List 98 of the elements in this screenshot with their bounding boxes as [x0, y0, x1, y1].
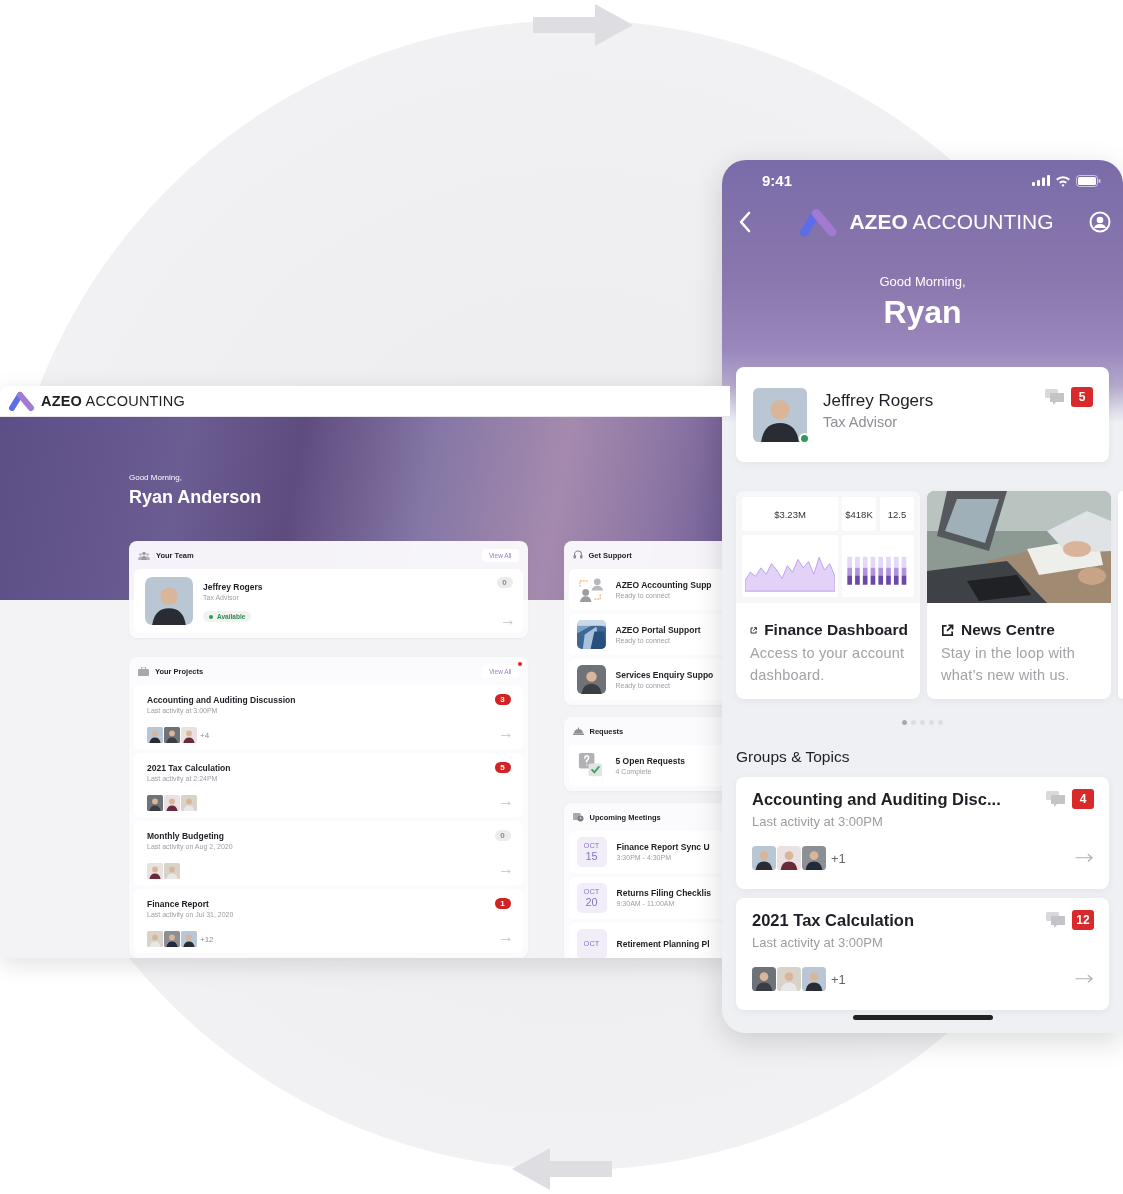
project-title: 2021 Tax Calculation — [147, 762, 232, 774]
member-count: +12 — [200, 934, 214, 944]
avatar — [147, 863, 163, 879]
user-name: Ryan Anderson — [129, 486, 263, 509]
tile-card[interactable]: News Centre Stay in the loop with what’s new with us. — [927, 491, 1111, 699]
calendar-clock-icon — [572, 812, 584, 822]
avatar — [147, 795, 163, 811]
stat-value: $3.23M — [742, 497, 838, 531]
project-title: Accounting and Auditing Discussion — [147, 694, 297, 706]
chat-icon — [1046, 911, 1066, 929]
avatar — [802, 846, 826, 870]
right-arrow-icon[interactable] — [500, 800, 511, 806]
status-time: 9:41 — [762, 172, 793, 189]
avatar — [164, 795, 180, 811]
count-badge: 0 — [494, 830, 511, 841]
logo-icon — [7, 390, 37, 412]
advisor-name: Jeffrey Rogers — [823, 390, 935, 412]
support-name: Services Enquiry Suppo — [615, 668, 715, 681]
group-title: Accounting and Auditing Disc... — [752, 789, 1002, 809]
support-name: AZEO Portal Support — [615, 623, 702, 636]
tile-title: News Centre — [941, 621, 1099, 639]
greeting: Good Morning, — [129, 472, 183, 484]
brand-name: AZEO ACCOUNTING — [849, 210, 1054, 234]
stat-value: $418K — [842, 497, 876, 531]
avatar — [181, 727, 197, 743]
bell-icon — [572, 727, 584, 735]
project-title: Monthly Budgeting — [147, 830, 225, 842]
avatar — [164, 727, 180, 743]
day-label: 20 — [585, 896, 598, 908]
left-arrow-icon — [512, 1148, 612, 1190]
project-title: Finance Report — [147, 898, 210, 910]
chat-icon — [1046, 790, 1066, 808]
profile-icon[interactable] — [1089, 211, 1111, 233]
stat-value: 12.5 — [880, 497, 914, 531]
tile-title: Finance Dashboard — [750, 621, 908, 639]
avatar — [181, 795, 197, 811]
user-name: Ryan — [882, 293, 963, 331]
avatar — [147, 727, 163, 743]
count-badge: 5 — [494, 762, 511, 773]
count-badge: 3 — [494, 694, 511, 705]
support-name: AZEO Accounting Supp — [615, 578, 713, 591]
right-arrow-icon[interactable] — [1075, 974, 1094, 984]
people-icon — [138, 550, 150, 560]
meeting-title: Returns Filing Checklis — [616, 887, 712, 899]
advisor-card[interactable]: Jeffrey Rogers Tax Advisor 5 — [736, 367, 1109, 462]
avatar — [145, 577, 193, 625]
group-card[interactable]: Accounting and Auditing Disc... 4 Last activity at 3:00PM +1 — [736, 777, 1109, 889]
right-arrow-icon[interactable] — [1075, 853, 1094, 863]
external-link-icon — [941, 623, 954, 637]
tile-card[interactable]: $3.23M $418K 12.5 Finance Dashboard Access to your account dashboard. — [736, 491, 920, 699]
count-badge: 4 — [1072, 789, 1094, 809]
count-badge: 0 — [496, 577, 513, 588]
wifi-icon — [1055, 174, 1071, 187]
count-badge: 1 — [494, 898, 511, 909]
requests-summary: 5 Open Requests — [615, 754, 686, 767]
tile-description: Stay in the loop with what’s new with us. — [941, 644, 1076, 685]
right-arrow-icon — [533, 4, 633, 46]
right-arrow-icon[interactable] — [500, 936, 511, 942]
avatar — [777, 967, 801, 991]
avatar — [147, 931, 163, 947]
avatar — [753, 387, 807, 443]
member-name: Jeffrey Rogers — [203, 581, 264, 593]
right-arrow-icon[interactable] — [502, 620, 513, 625]
people-exchange-icon — [576, 575, 606, 604]
battery-icon — [1076, 174, 1101, 187]
avatar — [802, 967, 826, 991]
greeting: Good Morning, — [878, 274, 967, 289]
avatar — [181, 931, 197, 947]
tile-description: Access to your account dashboard. — [750, 644, 906, 685]
meeting-title: Retirement Planning Pl — [616, 938, 711, 950]
back-icon[interactable] — [738, 211, 752, 233]
day-label: 15 — [585, 850, 598, 862]
avatar — [164, 863, 180, 879]
brand-name: AZEO ACCOUNTING — [41, 393, 185, 409]
count-badge: 5 — [1071, 387, 1093, 407]
count-badge: 12 — [1072, 910, 1094, 930]
avatar — [752, 967, 776, 991]
member-count: +1 — [831, 850, 846, 866]
last-activity: Last activity at 3:00PM — [752, 935, 884, 950]
headset-icon — [572, 550, 583, 560]
right-arrow-icon[interactable] — [500, 732, 511, 738]
right-arrow-icon[interactable] — [500, 868, 511, 874]
section-title: Groups & Topics — [736, 748, 851, 766]
pager-dot[interactable] — [902, 720, 907, 725]
briefcase-icon — [138, 666, 149, 676]
member-count: +1 — [831, 971, 846, 987]
chat-icon — [1045, 388, 1065, 406]
group-card[interactable]: 2021 Tax Calculation 12 Last activity at 3:00PM +1 — [736, 898, 1109, 1010]
avatar — [777, 846, 801, 870]
advisor-role: Tax Advisor — [823, 414, 899, 430]
meeting-title: Finance Report Sync U — [616, 841, 711, 853]
last-activity: Last activity at 3:00PM — [752, 814, 884, 829]
signal-icon — [1032, 175, 1050, 186]
group-title: 2021 Tax Calculation — [752, 910, 915, 930]
avatar — [576, 665, 606, 694]
member-count: +4 — [200, 730, 210, 740]
avatar — [164, 931, 180, 947]
avatar — [752, 846, 776, 870]
